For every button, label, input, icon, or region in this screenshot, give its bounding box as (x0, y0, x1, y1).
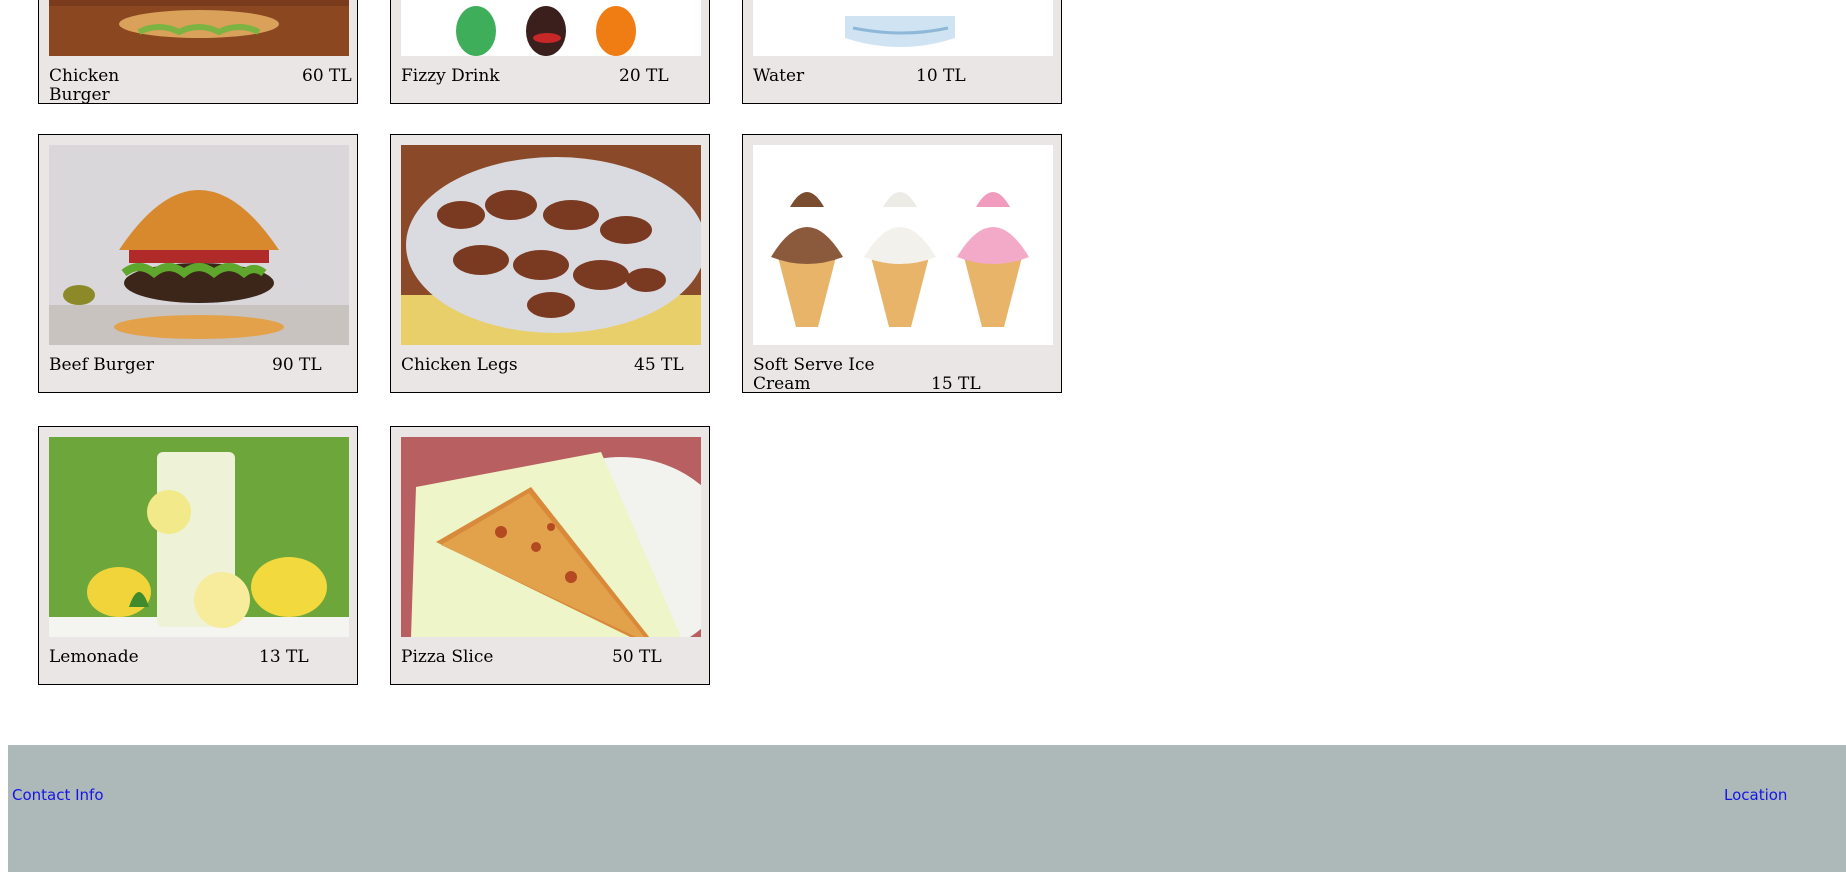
menu-item-name: Beef Burger (49, 355, 154, 375)
lemonade-image (49, 437, 349, 637)
menu-item-name: Soft Serve Ice Cream (753, 355, 875, 394)
chicken-burger-image (49, 0, 349, 56)
pizza-slice-image (401, 437, 701, 637)
menu-item-price: 10 TL (916, 66, 966, 86)
menu-item-name: Chicken Legs (401, 355, 518, 375)
menu-item-name: Lemonade (49, 647, 139, 667)
menu-item-price: 13 TL (259, 647, 309, 667)
menu-item-card[interactable]: Chicken Burger 60 TL (38, 0, 358, 105)
menu-item-card[interactable]: Soft Serve Ice Cream 15 TL (742, 134, 1062, 394)
chicken-legs-image (401, 145, 701, 345)
menu-item-price: 45 TL (634, 355, 684, 375)
menu-item-price: 50 TL (612, 647, 662, 667)
menu-item-card[interactable]: Water 10 TL (742, 0, 1062, 104)
menu-item-name: Pizza Slice (401, 647, 494, 667)
menu-item-card[interactable]: Fizzy Drink 20 TL (390, 0, 710, 104)
beef-burger-image (49, 145, 349, 345)
menu-item-card[interactable]: Lemonade 13 TL (38, 426, 358, 685)
menu-item-price: 60 TL (302, 66, 352, 86)
menu-item-price: 90 TL (272, 355, 322, 375)
fizzy-drink-image (401, 0, 701, 56)
location-link[interactable]: Location (1724, 786, 1787, 804)
page-footer: Contact Info Location (8, 745, 1846, 872)
menu-item-card[interactable]: Pizza Slice 50 TL (390, 426, 710, 685)
soft-serve-image (753, 145, 1053, 345)
menu-item-name: Water (753, 66, 805, 86)
menu-item-name: Fizzy Drink (401, 66, 500, 86)
menu-item-card[interactable]: Beef Burger 90 TL (38, 134, 358, 393)
contact-info-link[interactable]: Contact Info (12, 786, 104, 804)
menu-item-card[interactable]: Chicken Legs 45 TL (390, 134, 710, 393)
menu-item-price: 15 TL (931, 374, 981, 394)
menu-item-price: 20 TL (619, 66, 669, 86)
menu-item-name: Chicken Burger (49, 66, 120, 105)
water-bottle-image (753, 0, 1053, 56)
